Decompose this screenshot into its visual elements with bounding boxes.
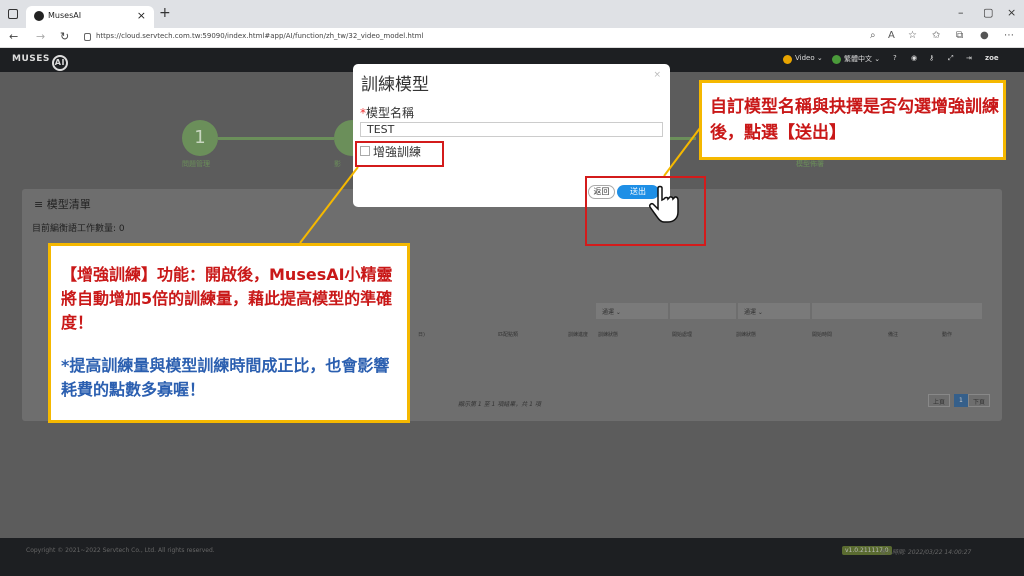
- model-name-input[interactable]: TEST: [360, 122, 663, 137]
- url-field[interactable]: https://cloud.servtech.com.tw:59090/inde…: [96, 32, 423, 40]
- fullscreen-icon[interactable]: ⤢: [948, 54, 954, 63]
- close-tab-icon[interactable]: ×: [137, 9, 146, 22]
- help-icon[interactable]: ?: [893, 54, 897, 62]
- musesai-logo[interactable]: MUSES AI: [12, 54, 68, 71]
- logout-icon[interactable]: ⇥: [966, 54, 972, 62]
- column-header[interactable]: 訓練狀態: [736, 331, 756, 338]
- step-connector: [666, 137, 696, 140]
- column-header[interactable]: 匹配點類: [498, 331, 518, 338]
- step-connector: [218, 137, 334, 140]
- read-aloud-icon[interactable]: A: [888, 30, 895, 41]
- column-header[interactable]: 開始時間: [812, 331, 832, 338]
- callout-feature-text: 【增強訓練】功能：開啟後，MusesAI小精靈將自動增加5倍的訓練量，藉此提高模…: [61, 265, 393, 332]
- pagination-info: 顯示第 1 至 1 項結果，共 1 項: [458, 401, 541, 408]
- callout-submit: 自訂模型名稱與抉擇是否勾選增強訓練後，點選【送出】: [699, 80, 1006, 160]
- model-name-label-text: 模型名稱: [366, 106, 415, 120]
- step-1-circle[interactable]: 1: [182, 120, 218, 156]
- video-icon: [783, 55, 792, 64]
- callout-submit-text: 自訂模型名稱與抉擇是否勾選增強訓練後，點選【送出】: [710, 97, 999, 143]
- logo-ai-badge: AI: [51, 55, 68, 71]
- maximize-icon[interactable]: ▢: [983, 6, 993, 19]
- column-header[interactable]: 開始處理: [672, 331, 692, 338]
- favorites-bar-icon[interactable]: ✩: [932, 30, 940, 41]
- language-menu[interactable]: 繁體中文 ⌄: [844, 54, 880, 64]
- close-icon[interactable]: ×: [653, 70, 661, 80]
- submit-highlight-box: [585, 176, 706, 246]
- browser-tab[interactable]: MusesAI ×: [26, 6, 154, 28]
- filter-select[interactable]: 通運 ⌄: [738, 303, 810, 319]
- search-icon[interactable]: ⌕: [870, 30, 876, 41]
- copyright-text: Copyright © 2021~2022 Servtech Co., Ltd.…: [26, 547, 215, 554]
- filter-select[interactable]: 通運 ⌄: [596, 303, 668, 319]
- next-page-button[interactable]: 下頁: [968, 394, 991, 407]
- column-header[interactable]: 備注: [888, 331, 898, 338]
- video-menu-label: Video: [795, 54, 815, 62]
- browser-tab-bar: MusesAI × + – ▢ ×: [0, 0, 1024, 28]
- key-icon[interactable]: ⚷: [929, 54, 934, 62]
- forward-icon[interactable]: →: [36, 30, 45, 43]
- column-header[interactable]: 訓練狀態: [598, 331, 618, 338]
- favicon-icon: [34, 11, 44, 21]
- language-icon: [832, 55, 841, 64]
- minimize-icon[interactable]: –: [958, 6, 964, 19]
- step-last-label: 模型佈署: [796, 160, 824, 168]
- lock-icon: [84, 33, 91, 41]
- app-footer: Copyright © 2021~2022 Servtech Co., Ltd.…: [0, 538, 1024, 576]
- panel-title: ≡ 模型清單: [34, 198, 91, 211]
- filter-input[interactable]: [812, 303, 982, 319]
- panel-title-text: 模型清單: [46, 198, 91, 211]
- new-tab-icon[interactable]: +: [159, 5, 171, 21]
- video-menu[interactable]: Video ⌄: [795, 54, 823, 62]
- logo-text: MUSES: [12, 54, 50, 64]
- window-menu-icon[interactable]: [8, 9, 18, 19]
- address-bar: ← → ↻ https://cloud.servtech.com.tw:5909…: [0, 28, 1024, 48]
- tab-title: MusesAI: [48, 11, 82, 20]
- user-name[interactable]: zoe: [985, 54, 999, 62]
- column-header[interactable]: 訓練進度: [568, 331, 588, 338]
- step-2-label: 影: [334, 160, 341, 168]
- profile-icon[interactable]: ●: [980, 30, 989, 41]
- filter-value: 通運: [602, 309, 615, 316]
- prev-page-button[interactable]: 上頁: [928, 394, 951, 407]
- more-icon[interactable]: ⋯: [1004, 30, 1014, 41]
- checkbox-highlight-box: [355, 141, 444, 167]
- callout-note-text: *提高訓練量與模型訓練時間成正比，也會影響耗費的點數多寡喔！: [61, 356, 390, 399]
- step-1-label: 問題管理: [182, 160, 210, 168]
- filter-value: 通運: [744, 309, 757, 316]
- model-name-label: *模型名稱: [360, 104, 414, 121]
- settings-icon[interactable]: ◉: [911, 54, 917, 62]
- current-page-button[interactable]: 1: [954, 394, 968, 407]
- favorite-icon[interactable]: ☆: [908, 30, 917, 41]
- dialog-title: 訓練模型: [361, 75, 429, 95]
- callout-enhanced-training: 【增強訓練】功能：開啟後，MusesAI小精靈將自動增加5倍的訓練量，藉此提高模…: [48, 243, 410, 423]
- column-header[interactable]: 動作: [942, 331, 952, 338]
- close-window-icon[interactable]: ×: [1007, 6, 1016, 19]
- task-count: 目前編衡語工作數量: 0: [32, 224, 125, 234]
- login-time: 登入時間: 2022/03/22 14:00:27: [880, 549, 972, 556]
- collections-icon[interactable]: ⧉: [956, 30, 963, 41]
- refresh-icon[interactable]: ↻: [60, 30, 69, 43]
- column-header[interactable]: 日): [418, 331, 425, 338]
- filter-input[interactable]: [670, 303, 736, 319]
- language-menu-label: 繁體中文: [844, 55, 872, 63]
- back-icon[interactable]: ←: [9, 30, 18, 43]
